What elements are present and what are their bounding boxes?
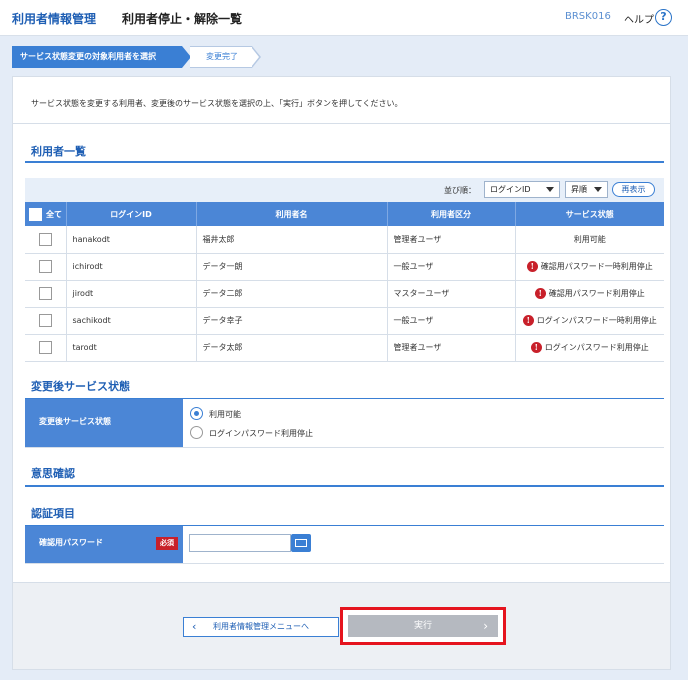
service-status-cell: ! 確認用パスワード一時利用停止: [515, 253, 664, 281]
sort-field-value: ログインID: [490, 185, 531, 194]
chevron-right-icon: ›: [483, 619, 488, 633]
row-checkbox-cell: [25, 334, 67, 362]
user-name-cell: データ一朗: [196, 253, 388, 281]
page-title: 利用者停止・解除一覧: [122, 12, 243, 26]
login-id-cell: ichirodt: [66, 253, 197, 281]
table-row: tarodt データ太郎 管理者ユーザ ! ログインパスワード利用停止: [25, 334, 664, 362]
table-row: ichirodt データ一朗 一般ユーザ ! 確認用パスワード一時利用停止: [25, 253, 664, 281]
user-type-cell: 管理者ユーザ: [387, 226, 516, 254]
divider: [13, 123, 670, 124]
user-type-cell: マスターユーザ: [387, 280, 516, 308]
row-checkbox[interactable]: [38, 314, 52, 327]
back-button-label: 利用者情報管理メニューへ: [213, 622, 309, 631]
main-panel: サービス状態を変更する利用者、変更後のサービス状態を選択の上、「実行」ボタンを押…: [12, 76, 671, 670]
software-keyboard-button[interactable]: [291, 534, 311, 552]
after-status-row: 変更後サービス状態 利用可能 ログインパスワード利用停止: [25, 398, 664, 448]
table-row: jirodt データ二郎 マスターユーザ ! 確認用パスワード利用停止: [25, 280, 664, 308]
select-all-checkbox[interactable]: [29, 207, 42, 221]
status-text: 確認用パスワード利用停止: [548, 289, 645, 298]
sort-order-select[interactable]: 昇順: [565, 181, 608, 198]
top-bar: 利用者情報管理 利用者停止・解除一覧 BRSK016 ヘルプ ?: [0, 0, 688, 36]
user-list-heading: 利用者一覧: [31, 145, 86, 158]
warning-icon: !: [534, 288, 546, 299]
footer-area: ‹ 利用者情報管理メニューへ 実行 ›: [13, 582, 670, 669]
step-select-users: サービス状態変更の対象利用者を選択: [12, 46, 182, 68]
sort-field-select[interactable]: ログインID: [484, 181, 560, 198]
user-name-cell: 福井太郎: [196, 226, 388, 254]
column-user-type: 利用者区分: [387, 202, 516, 226]
user-type-cell: 管理者ユーザ: [387, 334, 516, 362]
user-name-cell: データ幸子: [196, 307, 388, 335]
row-checkbox[interactable]: [38, 341, 52, 354]
execute-highlight-frame: 実行 ›: [340, 607, 506, 645]
row-checkbox-cell: [25, 253, 67, 281]
sort-order-value: 昇順: [571, 185, 587, 194]
service-status-cell: ! 確認用パスワード利用停止: [515, 280, 664, 308]
status-text: ログインパスワード利用停止: [544, 343, 649, 352]
login-id-cell: jirodt: [66, 280, 197, 308]
auth-row: 確認用パスワード 必須: [25, 525, 664, 564]
user-table: 全て ログインID 利用者名 利用者区分 サービス状態 hanakodt 福井太…: [25, 202, 664, 362]
sort-label: 並び順：: [444, 186, 476, 195]
execute-button-label: 実行: [413, 621, 432, 631]
section-underline: [25, 161, 664, 163]
warning-icon: !: [526, 261, 538, 272]
step-complete: 変更完了: [190, 46, 252, 68]
warning-icon: !: [530, 342, 542, 353]
status-text: 利用可能: [573, 234, 606, 244]
user-type-cell: 一般ユーザ: [387, 307, 516, 335]
user-name-cell: データ太郎: [196, 334, 388, 362]
login-id-cell: hanakodt: [66, 226, 197, 254]
password-input[interactable]: [189, 534, 291, 552]
service-status-cell: ! ログインパスワード一時利用停止: [515, 307, 664, 335]
radio-available-label[interactable]: 利用可能: [209, 409, 241, 420]
back-to-menu-button[interactable]: ‹ 利用者情報管理メニューへ: [183, 617, 339, 637]
app-title: 利用者情報管理: [12, 12, 97, 26]
help-icon[interactable]: ?: [655, 9, 672, 26]
select-all-label: 全て: [46, 209, 62, 219]
radio-login-password-stop-label[interactable]: ログインパスワード利用停止: [209, 428, 313, 439]
confirm-heading: 意思確認: [31, 467, 75, 480]
user-type-cell: 一般ユーザ: [387, 253, 516, 281]
status-text: ログインパスワード一時利用停止: [536, 316, 657, 325]
row-checkbox[interactable]: [38, 260, 52, 273]
screen-code: BRSK016: [565, 11, 611, 22]
login-id-cell: tarodt: [66, 334, 197, 362]
radio-available[interactable]: [190, 407, 203, 420]
row-checkbox[interactable]: [38, 287, 52, 300]
chevron-down-icon: [594, 187, 602, 192]
column-login-id: ログインID: [66, 202, 197, 226]
chevron-left-icon: ‹: [192, 620, 197, 633]
section-underline: [25, 485, 664, 487]
login-id-cell: sachikodt: [66, 307, 197, 335]
auth-heading: 認証項目: [31, 507, 75, 520]
execute-button[interactable]: 実行 ›: [348, 615, 498, 637]
radio-login-password-stop[interactable]: [190, 426, 203, 439]
select-all-header: 全て: [25, 202, 67, 226]
chevron-down-icon: [546, 187, 554, 192]
table-row: hanakodt 福井太郎 管理者ユーザ 利用可能: [25, 226, 664, 254]
column-user-name: 利用者名: [196, 202, 388, 226]
row-checkbox-cell: [25, 226, 67, 254]
row-checkbox-cell: [25, 307, 67, 335]
row-checkbox-cell: [25, 280, 67, 308]
row-checkbox[interactable]: [38, 232, 52, 246]
after-status-label: 変更後サービス状態: [25, 399, 183, 447]
help-link[interactable]: ヘルプ: [624, 11, 654, 26]
required-badge: 必須: [156, 537, 178, 550]
warning-icon: !: [522, 315, 534, 326]
user-name-cell: データ二郎: [196, 280, 388, 308]
step-arrow: [251, 47, 259, 67]
table-row: sachikodt データ幸子 一般ユーザ ! ログインパスワード一時利用停止: [25, 307, 664, 335]
redisplay-button[interactable]: 再表示: [612, 182, 655, 197]
service-status-cell: 利用可能: [515, 226, 664, 254]
sort-bar: 並び順： ログインID 昇順 再表示: [25, 178, 664, 202]
keyboard-icon: [295, 539, 307, 547]
column-service-status: サービス状態: [515, 202, 664, 226]
status-text: 確認用パスワード一時利用停止: [540, 262, 653, 271]
after-status-heading: 変更後サービス状態: [31, 380, 130, 393]
instruction-text: サービス状態を変更する利用者、変更後のサービス状態を選択の上、「実行」ボタンを押…: [31, 99, 403, 108]
service-status-cell: ! ログインパスワード利用停止: [515, 334, 664, 362]
